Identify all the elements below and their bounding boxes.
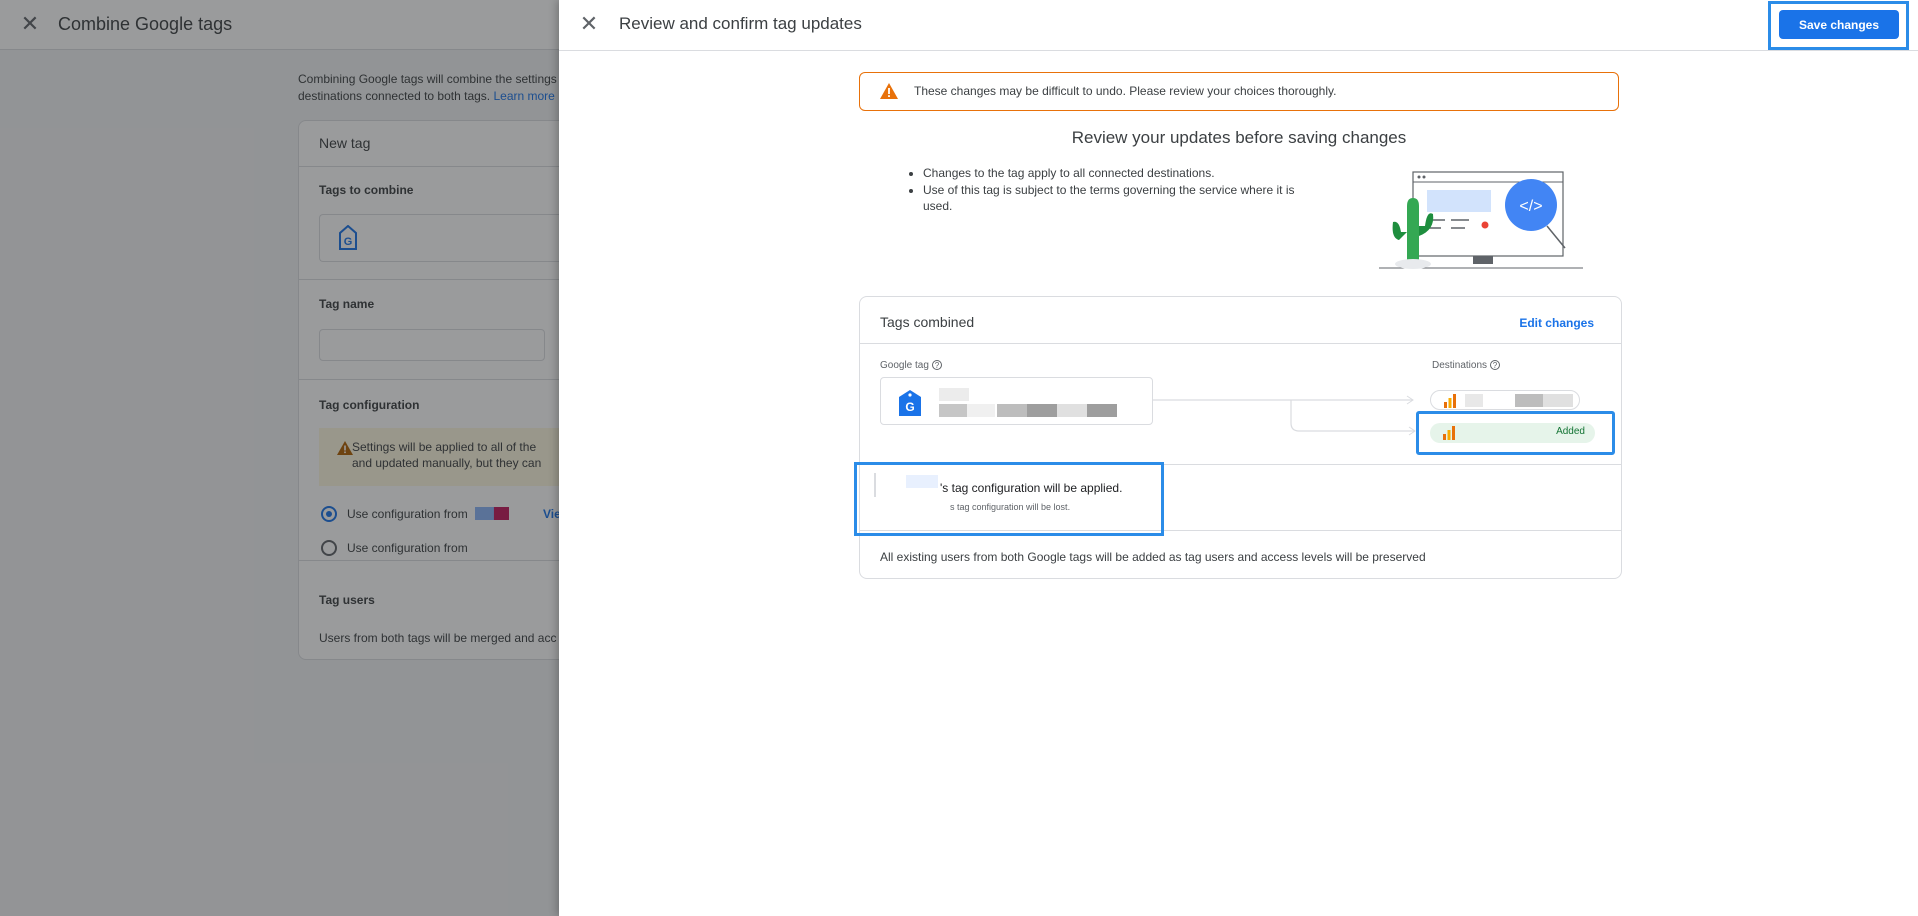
tag-users-summary: All existing users from both Google tags… xyxy=(880,550,1426,564)
destination-existing xyxy=(1430,390,1580,410)
close-icon[interactable]: ✕ xyxy=(577,12,601,36)
google-tag-icon: G xyxy=(899,390,921,416)
save-changes-button[interactable]: Save changes xyxy=(1779,10,1899,39)
review-bullets: Changes to the tag apply to all connecte… xyxy=(923,165,1323,215)
redacted-tag-id xyxy=(939,404,967,417)
tags-combined-title: Tags combined xyxy=(880,314,975,330)
help-icon[interactable]: ? xyxy=(931,360,942,371)
review-heading: Review your updates before saving change… xyxy=(1071,128,1407,147)
destinations-label: Destinations? xyxy=(1432,360,1501,371)
analytics-icon xyxy=(1444,394,1456,408)
connector-lines xyxy=(1153,395,1416,436)
redacted-tag-name xyxy=(939,388,969,401)
edit-changes-link[interactable]: Edit changes xyxy=(1519,316,1594,330)
google-tag-box: G xyxy=(880,377,1153,425)
warning-banner: These changes may be difficult to undo. … xyxy=(859,72,1619,111)
svg-text:G: G xyxy=(905,400,914,414)
review-panel: ✕ Review and confirm tag updates Save ch… xyxy=(559,0,1918,916)
review-illustration: </> xyxy=(1379,171,1583,269)
list-item: Use of this tag is subject to the terms … xyxy=(923,182,1323,214)
list-item: Changes to the tag apply to all connecte… xyxy=(923,165,1323,181)
config-applied-highlight xyxy=(854,462,1164,536)
svg-text:</>: </> xyxy=(1519,198,1542,215)
destination-highlight xyxy=(1416,411,1615,455)
warning-banner-text: These changes may be difficult to undo. … xyxy=(914,84,1337,98)
review-panel-title: Review and confirm tag updates xyxy=(619,14,862,33)
help-icon[interactable]: ? xyxy=(1490,360,1501,371)
review-panel-header: ✕ Review and confirm tag updates Save ch… xyxy=(559,0,1918,51)
google-tag-label: Google tag? xyxy=(880,360,942,371)
warning-icon xyxy=(880,83,898,99)
tags-combined-card: Tags combined Edit changes Google tag? G xyxy=(854,296,1622,579)
tags-combined-header: Tags combined Edit changes xyxy=(860,297,1621,344)
